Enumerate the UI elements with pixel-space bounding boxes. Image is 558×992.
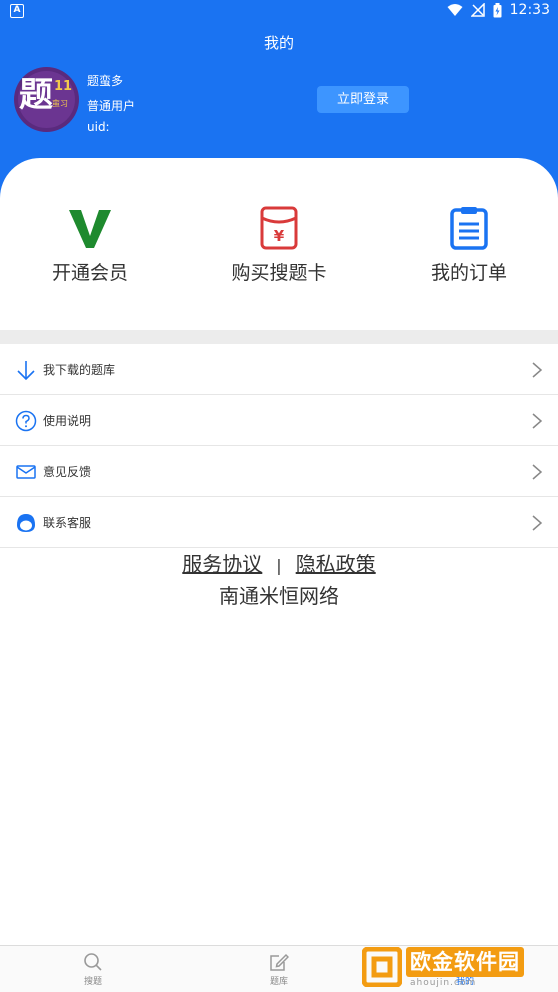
tab-search[interactable]: 搜题 bbox=[53, 952, 133, 987]
svg-text:¥: ¥ bbox=[274, 227, 285, 245]
link-separator: | bbox=[276, 556, 282, 575]
privacy-policy-link[interactable]: 隐私政策 bbox=[296, 552, 376, 576]
chevron-right-icon bbox=[532, 413, 543, 429]
menu-item-label: 使用说明 bbox=[43, 414, 92, 428]
menu-item-label: 联系客服 bbox=[43, 516, 92, 530]
tab-question-bank[interactable]: 题库 bbox=[239, 952, 319, 987]
wifi-icon bbox=[447, 4, 463, 16]
vip-v-icon bbox=[69, 210, 111, 248]
clock: 12:33 bbox=[509, 2, 550, 18]
service-agreement-link[interactable]: 服务协议 bbox=[182, 552, 262, 576]
download-icon bbox=[17, 361, 35, 381]
feature-buy-card-label: 购买搜题卡 bbox=[231, 262, 327, 284]
feature-vip[interactable]: 开通会员 bbox=[10, 206, 170, 285]
feature-orders-label: 我的订单 bbox=[430, 262, 507, 284]
status-bar: A 12:33 bbox=[0, 0, 558, 24]
menu-item-label: 我下载的题库 bbox=[43, 363, 116, 377]
avatar-logo-sub: 蛮习 bbox=[52, 99, 68, 108]
edit-icon bbox=[270, 953, 289, 971]
yuan-card-icon: ¥ bbox=[260, 206, 298, 250]
legal-links: 服务协议 | 隐私政策 bbox=[0, 548, 558, 577]
app-notification-icon: A bbox=[10, 4, 24, 18]
menu-item-downloads[interactable]: 我下载的题库 bbox=[0, 344, 558, 395]
page-title: 我的 bbox=[263, 34, 294, 52]
feature-vip-label: 开通会员 bbox=[51, 262, 128, 284]
watermark-text: 欧金软件园 bbox=[406, 947, 524, 977]
watermark-url: ahoujin.com bbox=[410, 978, 477, 988]
login-button[interactable]: 立即登录 bbox=[317, 86, 409, 113]
feature-card: 开通会员 ¥ 购买搜题卡 我的订单 bbox=[0, 158, 558, 330]
watermark-logo-icon bbox=[362, 947, 402, 987]
feature-orders[interactable]: 我的订单 bbox=[389, 206, 549, 285]
chevron-right-icon bbox=[532, 362, 543, 378]
order-list-icon bbox=[450, 207, 488, 250]
menu-item-support[interactable]: 联系客服 bbox=[0, 497, 558, 548]
no-signal-icon bbox=[470, 3, 485, 17]
avatar[interactable]: 题 11 蛮习 bbox=[14, 67, 79, 132]
customer-service-icon bbox=[17, 514, 35, 532]
help-icon bbox=[15, 410, 37, 432]
feature-buy-card[interactable]: ¥ 购买搜题卡 bbox=[199, 206, 359, 285]
settings-menu: 我下载的题库 使用说明 意见反馈 联系客服 bbox=[0, 344, 558, 548]
search-icon bbox=[84, 953, 102, 971]
mail-icon bbox=[16, 465, 36, 479]
avatar-logo-char: 题 bbox=[19, 75, 53, 115]
menu-item-label: 意见反馈 bbox=[43, 465, 92, 479]
user-level: 普通用户 bbox=[87, 99, 136, 113]
section-divider bbox=[0, 330, 558, 344]
battery-icon bbox=[493, 2, 502, 17]
company-name: 南通米恒网络 bbox=[219, 584, 339, 608]
chevron-right-icon bbox=[532, 515, 543, 531]
avatar-logo-num: 11 bbox=[54, 79, 73, 94]
tab-label: 搜题 bbox=[83, 977, 102, 987]
menu-item-feedback[interactable]: 意见反馈 bbox=[0, 446, 558, 497]
watermark: 欧金软件园 ahoujin.com bbox=[358, 945, 558, 992]
tab-label: 题库 bbox=[269, 977, 288, 987]
user-uid: uid: bbox=[87, 120, 110, 134]
chevron-right-icon bbox=[532, 464, 543, 480]
menu-item-help[interactable]: 使用说明 bbox=[0, 395, 558, 446]
user-name: 题蛮多 bbox=[87, 74, 124, 88]
